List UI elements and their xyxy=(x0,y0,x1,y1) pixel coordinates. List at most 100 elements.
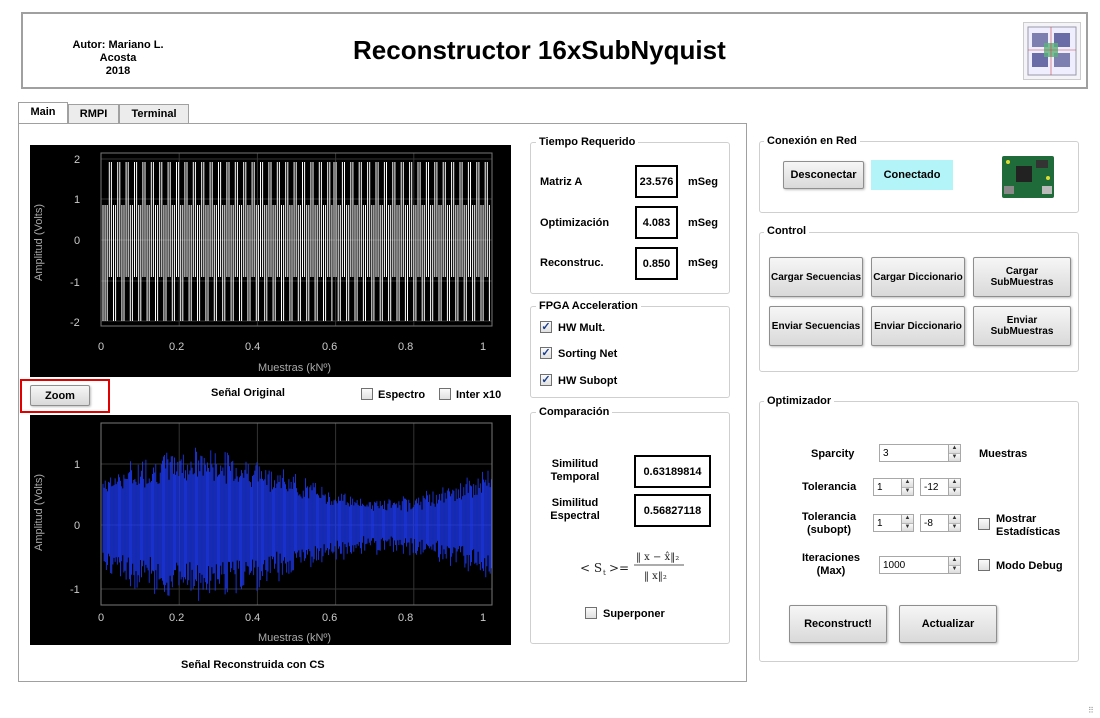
control-title: Control xyxy=(764,225,810,237)
zoom-button[interactable]: Zoom xyxy=(30,385,90,406)
optimizacion-value: 4.083 xyxy=(635,206,678,239)
spin-arrows-icon[interactable]: ▲ ▼ xyxy=(901,479,913,495)
similarity-formula-icon: < S t >= ‖ x − x̂‖₂ ‖ x‖₂ xyxy=(578,546,688,586)
sparcity-spinbox[interactable]: 3 ▲ ▼ xyxy=(879,444,961,462)
y-axis-label: Amplitud (Volts) xyxy=(33,204,45,281)
xtick: 0.8 xyxy=(398,612,413,624)
iteraciones-label: Iteraciones (Max) xyxy=(797,552,865,578)
reconstruccion-label: Reconstruc. xyxy=(540,257,604,269)
iteraciones-spinbox[interactable]: 1000 ▲ ▼ xyxy=(879,556,961,574)
sim-temporal-label-2: Temporal xyxy=(550,471,600,483)
tolerancia-subopt-mantissa-value: 1 xyxy=(877,517,883,529)
reconstructed-signal-chart: 1 0 -1 0 0.2 0.4 0.6 0.8 1 Muestras (kNº… xyxy=(33,422,493,644)
iteraciones-value: 1000 xyxy=(883,559,906,571)
xtick: 0.2 xyxy=(169,341,184,353)
control-group xyxy=(759,232,1079,372)
mostrar-estadisticas-checkbox[interactable] xyxy=(978,518,990,530)
tab-main[interactable]: Main xyxy=(18,102,68,123)
hw-mult-checkbox[interactable]: ✓ xyxy=(540,321,552,333)
modo-debug-checkbox[interactable] xyxy=(978,559,990,571)
enviar-secuencias-button[interactable]: Enviar Secuencias xyxy=(769,306,863,346)
espectro-checkbox[interactable] xyxy=(361,388,373,400)
matriz-a-label: Matriz A xyxy=(540,176,583,188)
enviar-diccionario-button[interactable]: Enviar Diccionario xyxy=(871,306,965,346)
hw-mult-label: HW Mult. xyxy=(558,322,606,334)
reconstruct-button[interactable]: Reconstruct! xyxy=(789,605,887,643)
tiempo-requerido-title: Tiempo Requerido xyxy=(536,136,639,148)
tolerancia-exponent-spinbox[interactable]: -12 ▲ ▼ xyxy=(920,478,961,496)
spin-arrows-icon[interactable]: ▲ ▼ xyxy=(901,515,913,531)
xtick: 1 xyxy=(480,341,486,353)
ytick: -1 xyxy=(70,277,80,289)
tolerancia-mantissa-spinbox[interactable]: 1 ▲ ▼ xyxy=(873,478,914,496)
inter-x10-checkbox[interactable] xyxy=(439,388,451,400)
original-signal-plot[interactable]: 2 1 0 -1 -2 0 0.2 0.4 0.6 0.8 1 Muestras… xyxy=(30,145,511,377)
mostrar-estadisticas-label: Mostrar Estadísticas xyxy=(996,513,1060,539)
y-axis-label: Amplitud (Volts) xyxy=(33,474,45,551)
resize-grip-icon[interactable]: ⠿ xyxy=(1088,706,1096,715)
sparcity-label: Sparcity xyxy=(811,448,855,460)
ytick: 1 xyxy=(74,194,80,206)
ytick: 1 xyxy=(74,459,80,471)
reconstruccion-unit: mSeg xyxy=(688,257,718,269)
sparcity-value: 3 xyxy=(883,447,889,459)
connection-status: Conectado xyxy=(871,160,953,190)
desconectar-button[interactable]: Desconectar xyxy=(783,161,864,189)
tab-rmpi[interactable]: RMPI xyxy=(68,104,119,124)
original-signal-chart: 2 1 0 -1 -2 0 0.2 0.4 0.6 0.8 1 Muestras… xyxy=(33,152,493,374)
reconstructed-signal-plot[interactable]: 1 0 -1 0 0.2 0.4 0.6 0.8 1 Muestras (kNº… xyxy=(30,415,511,645)
modo-debug-label: Modo Debug xyxy=(996,560,1063,572)
svg-text:< S: < S xyxy=(580,561,602,575)
sim-espectral-value: 0.56827118 xyxy=(634,494,711,527)
superponer-label: Superponer xyxy=(603,608,665,620)
tolerancia-subopt-mantissa-spinbox[interactable]: 1 ▲ ▼ xyxy=(873,514,914,532)
sim-espectral-label: Similitud Espectral xyxy=(548,497,602,523)
inter-x10-label: Inter x10 xyxy=(456,389,502,401)
matriz-a-value: 23.576 xyxy=(635,165,678,198)
mostrar-label-2: Estadísticas xyxy=(996,526,1061,538)
svg-text:‖ x‖₂: ‖ x‖₂ xyxy=(644,571,667,582)
header-panel: Autor: Mariano L. Acosta 2018 Reconstruc… xyxy=(21,12,1088,89)
cargar-submuestras-button[interactable]: Cargar SubMuestras xyxy=(973,257,1071,297)
sim-temporal-label-1: Similitud xyxy=(551,458,599,470)
hw-subopt-checkbox[interactable]: ✓ xyxy=(540,374,552,386)
matriz-a-unit: mSeg xyxy=(688,176,718,188)
svg-text:>=: >= xyxy=(609,561,629,575)
ytick: 0 xyxy=(74,520,80,532)
tolerancia-subopt-label-1: Tolerancia xyxy=(801,511,857,523)
fpga-board-icon xyxy=(998,146,1058,206)
xtick: 0.6 xyxy=(322,341,337,353)
sorting-net-checkbox[interactable]: ✓ xyxy=(540,347,552,359)
superponer-checkbox[interactable] xyxy=(585,607,597,619)
reconstructed-signal-caption: Señal Reconstruida con CS xyxy=(181,659,325,671)
sim-espectral-label-1: Similitud xyxy=(551,497,599,509)
xtick: 0.6 xyxy=(322,612,337,624)
tolerancia-subopt-exponent-value: -8 xyxy=(924,517,933,529)
xtick: 0 xyxy=(98,612,104,624)
enviar-submuestras-button[interactable]: Enviar SubMuestras xyxy=(973,306,1071,346)
spin-arrows-icon[interactable]: ▲ ▼ xyxy=(948,479,960,495)
svg-text:‖ x − x̂‖₂: ‖ x − x̂‖₂ xyxy=(636,552,679,563)
reconstruccion-value: 0.850 xyxy=(635,247,678,280)
conexion-red-title: Conexión en Red xyxy=(764,135,860,147)
spin-arrows-icon[interactable]: ▲ ▼ xyxy=(948,445,960,461)
reconstructed-signal-trace xyxy=(102,447,492,601)
xtick: 0 xyxy=(98,341,104,353)
svg-text:t: t xyxy=(603,569,606,577)
cargar-diccionario-button[interactable]: Cargar Diccionario xyxy=(871,257,965,297)
ytick: 2 xyxy=(74,154,80,166)
optimizacion-unit: mSeg xyxy=(688,217,718,229)
spin-arrows-icon[interactable]: ▲ ▼ xyxy=(948,515,960,531)
xtick: 1 xyxy=(480,612,486,624)
sim-espectral-label-2: Espectral xyxy=(550,510,600,522)
app-title: Reconstructor 16xSubNyquist xyxy=(353,35,726,65)
tab-terminal[interactable]: Terminal xyxy=(119,104,189,124)
ytick: -2 xyxy=(70,317,80,329)
actualizar-button[interactable]: Actualizar xyxy=(899,605,997,643)
ytick: 0 xyxy=(74,235,80,247)
iteraciones-label-1: Iteraciones xyxy=(801,552,861,564)
tolerancia-subopt-exponent-spinbox[interactable]: -8 ▲ ▼ xyxy=(920,514,961,532)
tolerancia-mantissa-value: 1 xyxy=(877,481,883,493)
spin-arrows-icon[interactable]: ▲ ▼ xyxy=(948,557,960,573)
cargar-secuencias-button[interactable]: Cargar Secuencias xyxy=(769,257,863,297)
